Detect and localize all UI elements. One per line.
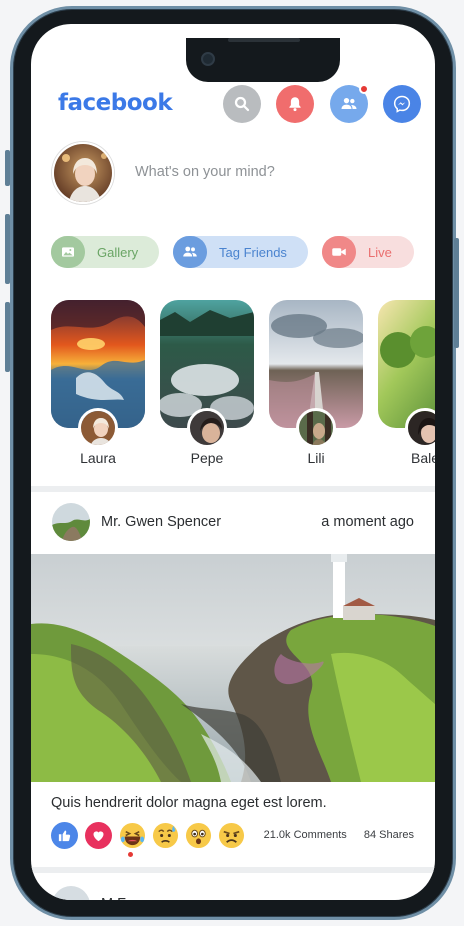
app-screen: facebook What's on your mind? Gallery Ta… (31, 24, 435, 900)
story-avatar (405, 408, 435, 448)
angry-icon[interactable] (218, 822, 245, 849)
friends-button[interactable] (330, 84, 369, 123)
post-reactions: 21.0k Comments 84 Shares (31, 822, 435, 857)
app-header: facebook (31, 82, 435, 126)
stories-carousel: Laura Pepe Lili Bal (31, 300, 435, 470)
story-pepe[interactable]: Pepe (160, 300, 254, 466)
bell-icon (289, 97, 301, 112)
notification-dot (359, 84, 369, 94)
post-time: a moment ago (321, 514, 414, 530)
friends-icon (341, 98, 357, 109)
post-actions: Gallery Tag Friends Live (31, 236, 435, 270)
tag-friends-label: Tag Friends (219, 244, 287, 260)
like-icon[interactable] (51, 822, 78, 849)
messenger-button[interactable] (383, 85, 421, 123)
post-stats: 21.0k Comments 84 Shares (264, 829, 414, 841)
post-caption: Quis hendrerit dolor magna eget est lore… (51, 795, 327, 811)
story-avatar (187, 408, 227, 448)
post-author[interactable]: M F (101, 896, 126, 900)
haha-icon[interactable] (119, 822, 146, 849)
search-icon (234, 96, 250, 112)
volume-down-button (5, 302, 10, 372)
story-bale[interactable]: Bale (378, 300, 435, 466)
post-composer (31, 142, 435, 206)
video-icon (322, 236, 356, 268)
comments-count[interactable]: 21.0k Comments (264, 829, 347, 841)
facebook-logo[interactable]: facebook (58, 90, 173, 116)
story-name: Pepe (190, 450, 224, 466)
live-button[interactable]: Live (322, 236, 414, 268)
post-header: Mr. Gwen Spencer a moment ago (31, 502, 435, 544)
search-button[interactable] (223, 85, 261, 123)
love-icon[interactable] (85, 822, 112, 849)
gallery-icon (51, 236, 85, 268)
live-label: Live (368, 244, 392, 260)
story-laura[interactable]: Laura (51, 300, 145, 466)
story-avatar (296, 408, 336, 448)
sad-icon[interactable] (152, 822, 179, 849)
story-lili[interactable]: Lili (269, 300, 363, 466)
post-author[interactable]: Mr. Gwen Spencer (101, 514, 221, 530)
post-image[interactable] (31, 554, 435, 782)
gallery-label: Gallery (97, 244, 139, 260)
front-camera (201, 52, 215, 66)
user-avatar[interactable] (52, 142, 114, 204)
story-name: Laura (80, 450, 116, 466)
gallery-button[interactable]: Gallery (51, 236, 159, 268)
shares-count[interactable]: 84 Shares (364, 829, 414, 841)
selected-reaction-dot (128, 852, 133, 857)
messenger-icon (393, 95, 411, 113)
section-divider (31, 486, 435, 492)
tag-friends-button[interactable]: Tag Friends (173, 236, 308, 268)
author-avatar[interactable] (52, 503, 90, 541)
status-input[interactable] (135, 164, 395, 180)
story-avatar (78, 408, 118, 448)
section-divider (31, 867, 435, 873)
volume-up-button (5, 214, 10, 284)
story-name: Bale (410, 450, 435, 466)
wow-icon[interactable] (185, 822, 212, 849)
mute-switch (5, 150, 10, 186)
speaker (228, 38, 300, 42)
notifications-button[interactable] (276, 85, 314, 123)
power-button (454, 238, 459, 348)
tag-friends-icon (173, 236, 207, 268)
next-post-header: M F (31, 880, 435, 900)
story-name: Lili (307, 450, 325, 466)
author-avatar[interactable] (52, 886, 90, 900)
